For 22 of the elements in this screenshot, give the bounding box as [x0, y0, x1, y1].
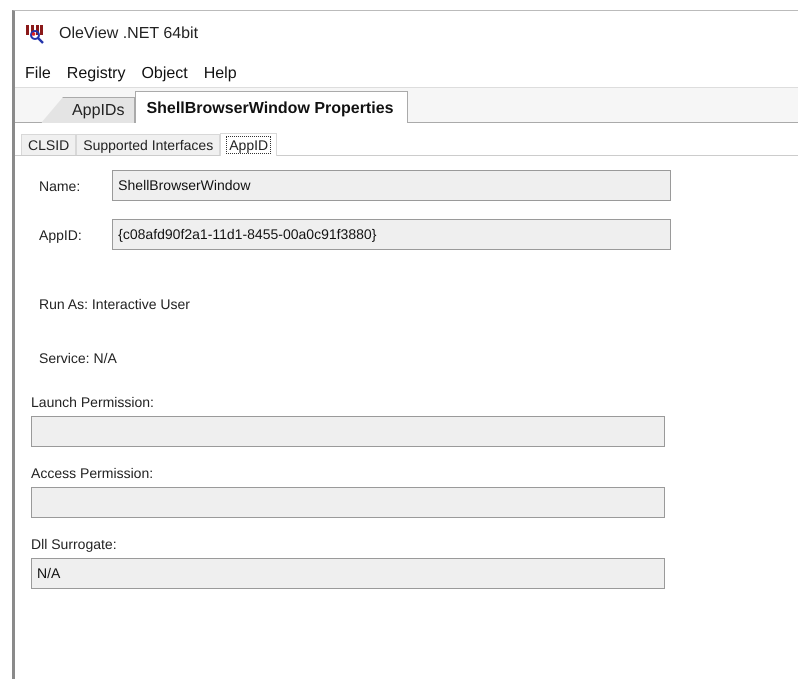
text-field[interactable]: ShellBrowserWindow: [112, 170, 671, 201]
menu-item[interactable]: Registry: [60, 65, 132, 83]
field-label: AppID:: [39, 226, 83, 242]
menu-item[interactable]: Help: [198, 65, 243, 83]
tab[interactable]: AppIDs: [41, 97, 136, 123]
text-field[interactable]: [31, 416, 665, 447]
menu-item[interactable]: Object: [135, 65, 194, 83]
text-field[interactable]: [31, 487, 665, 518]
field-label: Launch Permission:: [31, 394, 155, 410]
tab[interactable]: CLSID: [21, 134, 76, 155]
field-label: Name:: [39, 178, 82, 194]
info-text: Run As: Interactive User: [39, 296, 191, 312]
window-title: OleView .NET 64bit: [59, 25, 198, 43]
tab[interactable]: ShellBrowserWindow Properties: [135, 91, 408, 123]
field-label: Dll Surrogate:: [31, 536, 118, 552]
text-field[interactable]: {c08afd90f2a1-11d1-8455-00a0c91f3880}: [112, 219, 671, 250]
text-field[interactable]: N/A: [31, 558, 665, 589]
info-text: Service: N/A: [39, 350, 118, 366]
menu-item[interactable]: File: [19, 65, 57, 83]
tab[interactable]: Supported Interfaces: [76, 134, 220, 155]
field-label: Access Permission:: [31, 465, 154, 481]
tab[interactable]: AppID: [220, 133, 278, 156]
